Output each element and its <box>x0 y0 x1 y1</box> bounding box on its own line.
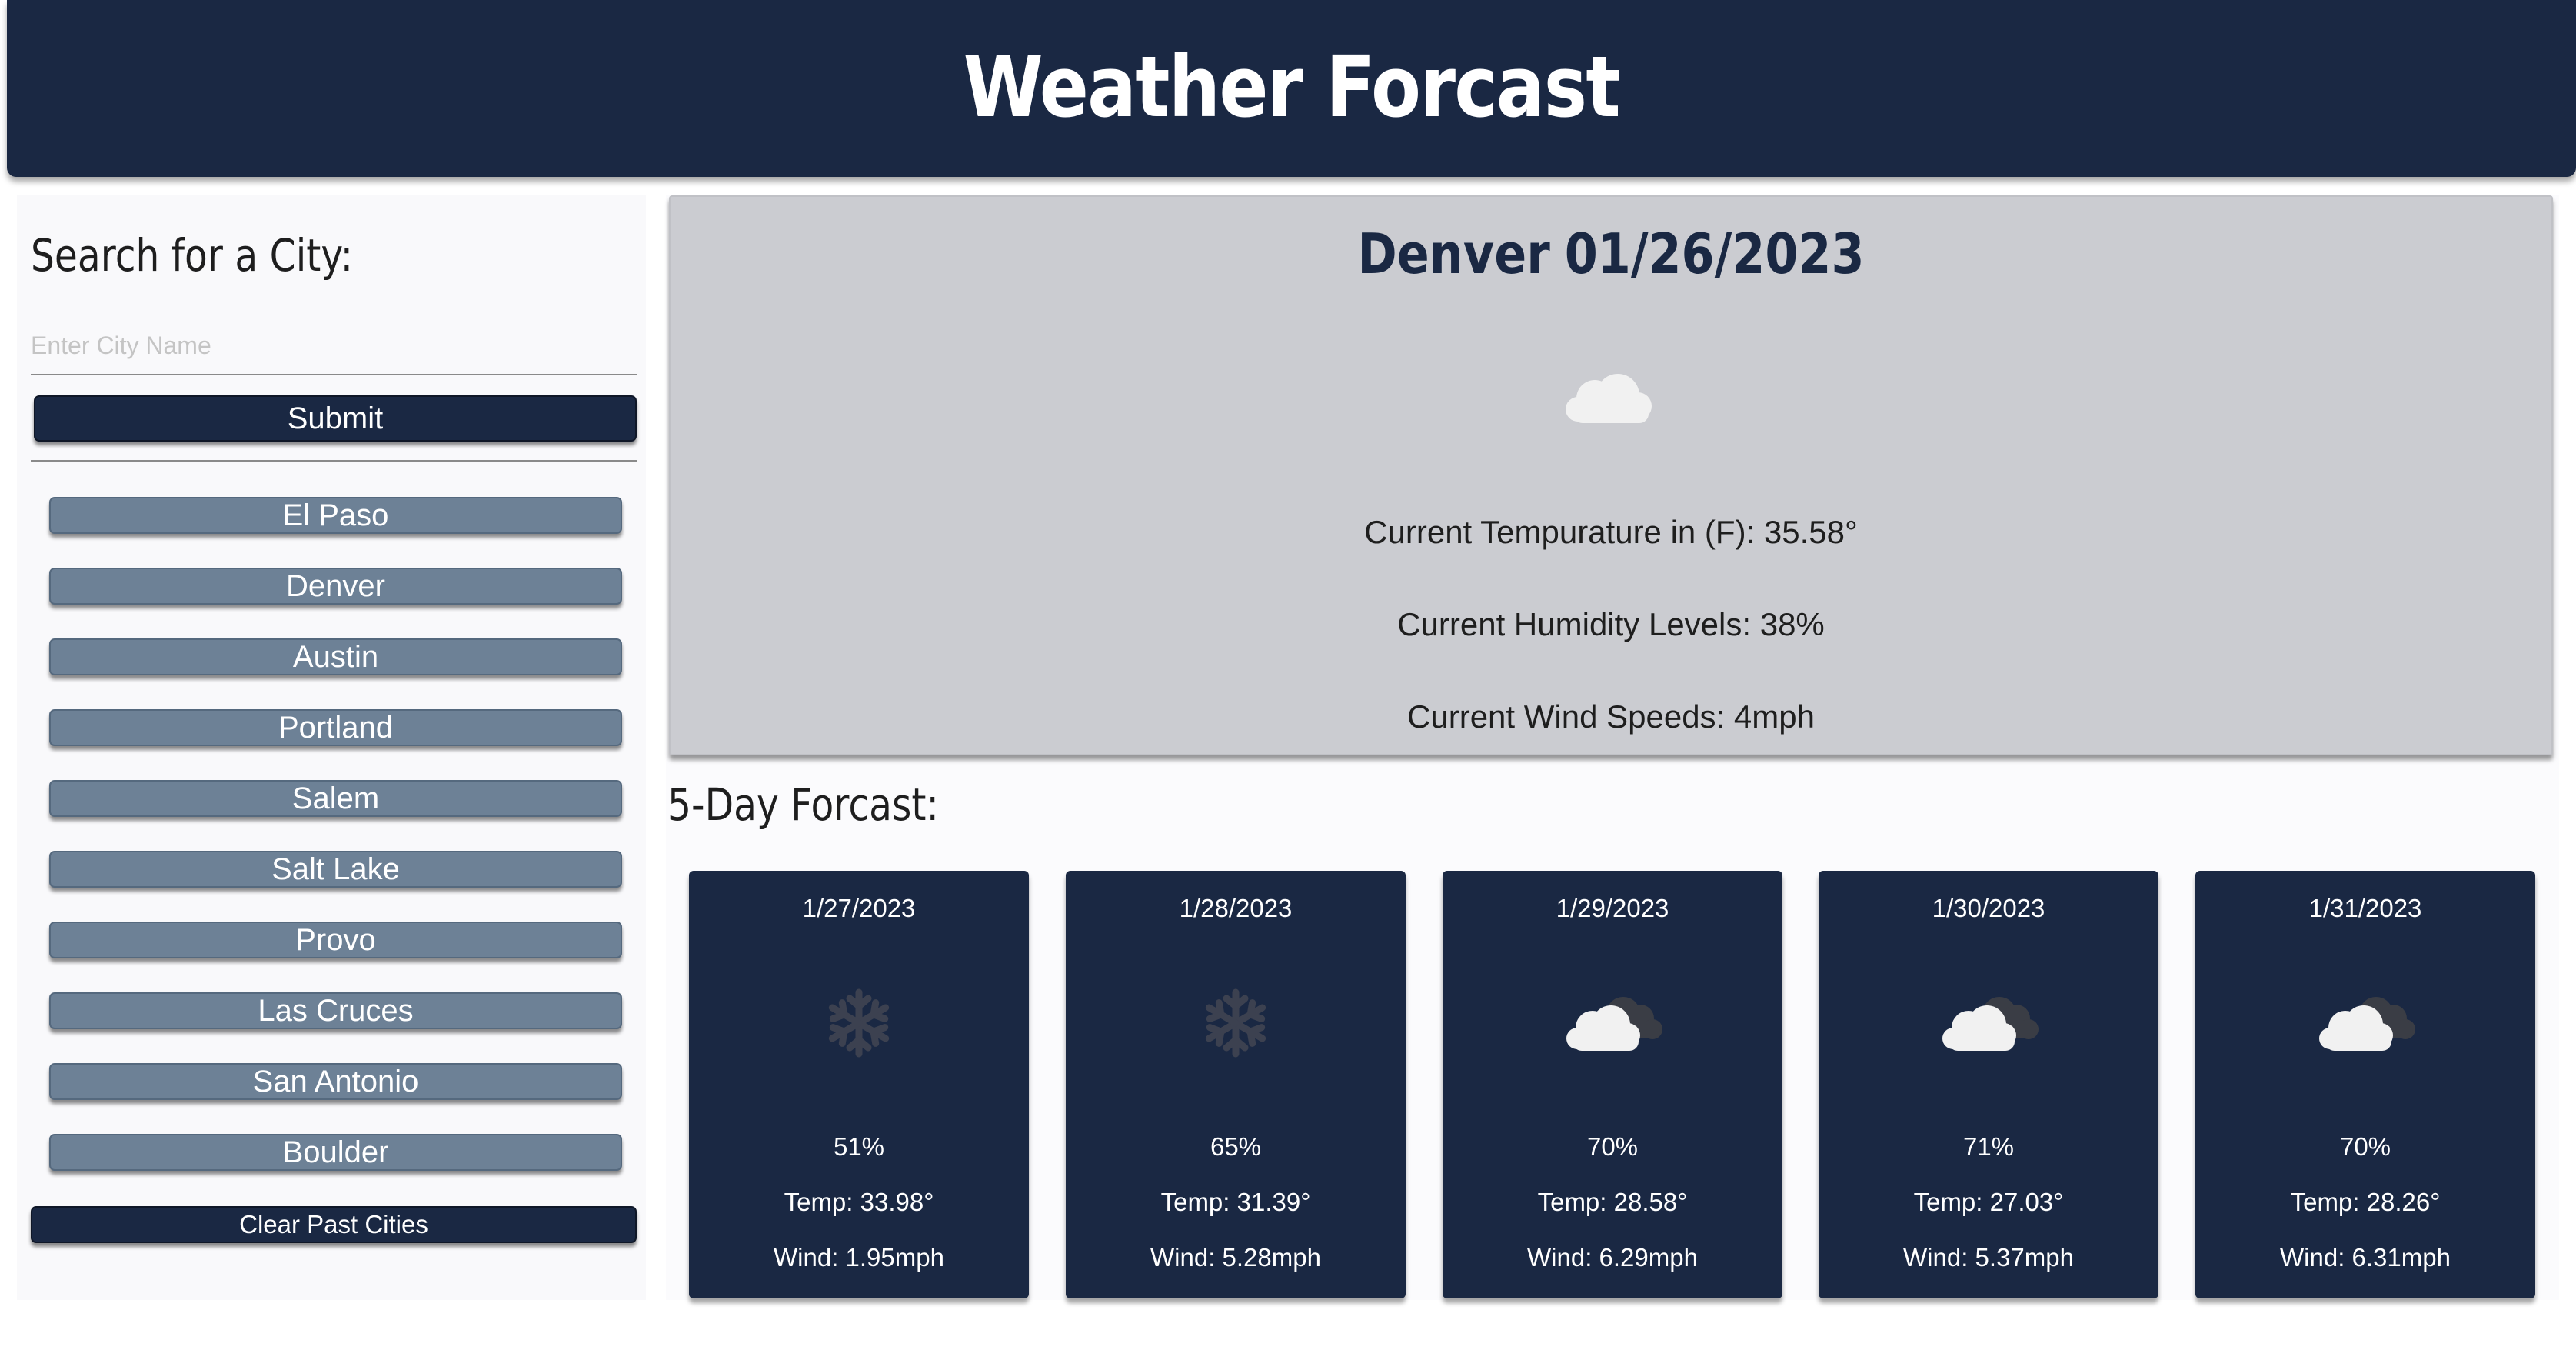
forecast-date: 1/29/2023 <box>1556 894 1669 922</box>
forecast-temp: Temp: 27.03° <box>1913 1188 2064 1216</box>
past-city-button[interactable]: Boulder <box>49 1134 622 1171</box>
forecast-temp: Temp: 28.26° <box>2290 1188 2441 1216</box>
current-wind: Current Wind Speeds: 4mph <box>1407 698 1815 735</box>
forecast-day-card: 1/27/2023 51% Temp: 33.98° Wind: 1.95mph <box>689 871 1029 1298</box>
divider <box>31 460 637 462</box>
past-city-button[interactable]: San Antonio <box>49 1063 622 1100</box>
clouds-icon <box>1566 997 1662 1051</box>
current-date: 01/26/2023 <box>1564 222 1865 286</box>
cloud-icon <box>1566 374 1652 423</box>
forecast-date: 1/27/2023 <box>802 894 916 922</box>
past-city-button[interactable]: Las Cruces <box>49 992 622 1029</box>
forecast-wind: Wind: 5.28mph <box>1150 1243 1321 1272</box>
forecast-day-card: 1/30/2023 71% Temp: 27.03° Wind: 5.37mph <box>1819 871 2158 1298</box>
clear-past-cities-button[interactable]: Clear Past Cities <box>31 1206 637 1243</box>
past-city-button[interactable]: El Paso <box>49 497 622 534</box>
past-city-button[interactable]: Denver <box>49 568 622 605</box>
forecast-title: 5-Day Forcast: <box>667 778 939 831</box>
forecast-day-card: 1/29/2023 70% Temp: 28.58° Wind: 6.29mph <box>1443 871 1782 1298</box>
search-title: Search for a City: <box>31 229 354 282</box>
current-humidity: Current Humidity Levels: 38% <box>1397 606 1825 642</box>
forecast-wind: Wind: 5.37mph <box>1903 1243 2074 1272</box>
city-search-input[interactable] <box>31 317 637 375</box>
past-city-button[interactable]: Salem <box>49 780 622 817</box>
forecast-day-card: 1/28/2023 65% Temp: 31.39° Wind: 5.28mph <box>1066 871 1406 1298</box>
clouds-icon <box>1942 997 2039 1051</box>
current-city: Denver <box>1357 222 1550 286</box>
forecast-date: 1/30/2023 <box>1932 894 2045 922</box>
forecast-humidity: 71% <box>1962 1132 2015 1161</box>
current-city-heading: Denver 01/26/2023 <box>802 222 2420 286</box>
past-city-button[interactable]: Austin <box>49 638 622 675</box>
forecast-humidity: 51% <box>833 1132 885 1161</box>
forecast-humidity: 70% <box>2339 1132 2391 1161</box>
search-sidebar: Search for a City: Submit El Paso Denver… <box>17 195 646 1300</box>
forecast-wind: Wind: 6.29mph <box>1527 1243 1698 1272</box>
forecast-wind: Wind: 1.95mph <box>774 1243 944 1272</box>
forecast-temp: Temp: 31.39° <box>1160 1188 1311 1216</box>
forecast-humidity: 65% <box>1210 1132 1262 1161</box>
forecast-temp: Temp: 28.58° <box>1537 1188 1688 1216</box>
forecast-day-card: 1/31/2023 70% Temp: 28.26° Wind: 6.31mph <box>2195 871 2535 1298</box>
snowflake-icon <box>828 988 890 1058</box>
past-city-button[interactable]: Salt Lake <box>49 851 622 888</box>
forecast-temp: Temp: 33.98° <box>784 1188 934 1216</box>
page-header: Weather Forcast <box>7 0 2576 177</box>
current-temperature: Current Tempurature in (F): 35.58° <box>1364 514 1858 550</box>
forecast-wind: Wind: 6.31mph <box>2280 1243 2451 1272</box>
forecast-humidity: 70% <box>1586 1132 1639 1161</box>
submit-button[interactable]: Submit <box>34 395 637 442</box>
past-city-button[interactable]: Portland <box>49 709 622 746</box>
current-weather-panel: Denver 01/26/2023 Current Tempurature in … <box>669 195 2553 755</box>
forecast-date: 1/31/2023 <box>2308 894 2422 922</box>
snowflake-icon <box>1205 988 1266 1058</box>
past-city-button[interactable]: Provo <box>49 922 622 958</box>
page-title: Weather Forcast <box>963 38 1621 136</box>
clouds-icon <box>2319 997 2415 1051</box>
forecast-date: 1/28/2023 <box>1179 894 1293 922</box>
